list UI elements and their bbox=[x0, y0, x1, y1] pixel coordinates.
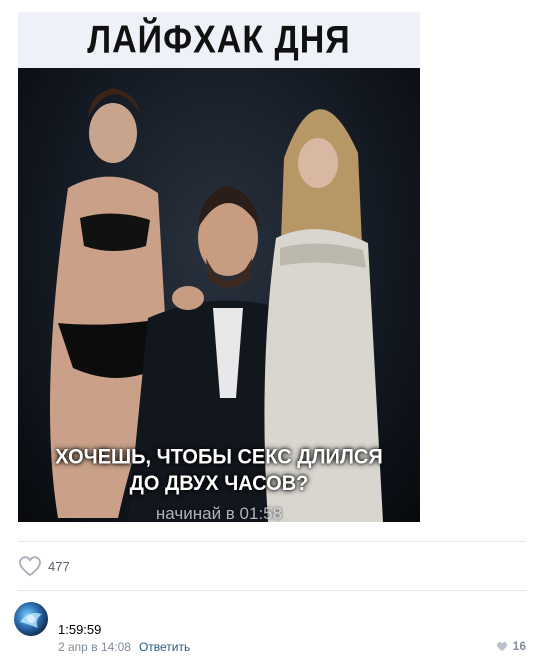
heart-icon bbox=[19, 556, 41, 577]
image-caption: ХОЧЕШЬ, ЧТОБЫ СЕКС ДЛИЛСЯ ДО ДВУХ ЧАСОВ? bbox=[18, 445, 420, 498]
image-title: ЛАЙФХАК ДНЯ bbox=[87, 17, 351, 62]
heart-icon bbox=[496, 641, 507, 651]
image-subcaption: начинай в 01:58 bbox=[155, 504, 283, 522]
comment-item: 1:59:59 2 апр в 14:08 Ответить 16 bbox=[14, 602, 526, 662]
comment-like-count: 16 bbox=[512, 639, 526, 653]
image-caption-line1: ХОЧЕШЬ, ЧТОБЫ СЕКС ДЛИЛСЯ bbox=[55, 445, 383, 469]
post-image[interactable]: ЛАЙФХАК ДНЯ ХОЧЕШЬ, ЧТОБЫ СЕКС ДЛИЛСЯ ДО… bbox=[18, 12, 420, 522]
comments-divider bbox=[18, 590, 526, 591]
avatar[interactable] bbox=[14, 602, 48, 636]
post-like-count: 477 bbox=[48, 558, 70, 574]
image-caption-line2: ДО ДВУХ ЧАСОВ? bbox=[129, 472, 309, 496]
post-like-button[interactable]: 477 bbox=[18, 554, 70, 578]
avatar-image bbox=[20, 613, 42, 628]
comment-like-button[interactable]: 16 bbox=[496, 639, 526, 653]
comment-text: 1:59:59 bbox=[58, 622, 102, 637]
reply-link[interactable]: Ответить bbox=[139, 640, 190, 654]
image-header-band: ЛАЙФХАК ДНЯ bbox=[18, 12, 420, 68]
comment-date[interactable]: 2 апр в 14:08 bbox=[58, 640, 131, 654]
post-divider bbox=[18, 541, 526, 542]
comment-meta: 2 апр в 14:08 Ответить bbox=[58, 640, 190, 654]
